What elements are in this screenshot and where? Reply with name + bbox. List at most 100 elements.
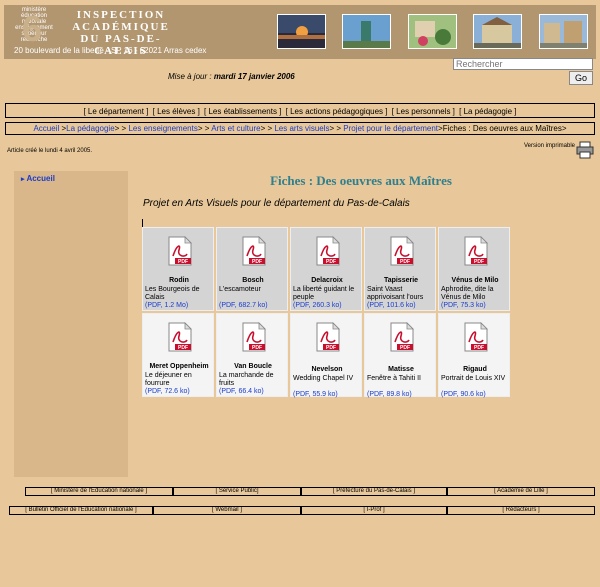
- update-date: mardi 17 janvier 2006: [213, 72, 295, 81]
- svg-text:PDF: PDF: [474, 345, 484, 351]
- svg-text:PDF: PDF: [326, 345, 336, 351]
- breadcrumb-current: Fiches : Des oeuvres aux Maîtres: [442, 124, 562, 133]
- document-size-link[interactable]: (PDF, 89.8 ko): [367, 391, 412, 399]
- printable-version-link[interactable]: Version imprimable: [524, 143, 575, 149]
- document-description: L'escamoteur: [219, 286, 261, 293]
- document-card[interactable]: PDF Matisse Fenêtre à Tahiti II (PDF, 89.8 …: [364, 313, 436, 399]
- breadcrumb-enseignements[interactable]: Les enseignements: [128, 124, 197, 133]
- article-created-date: Article créé le lundi 4 avril 2005.: [7, 148, 93, 154]
- document-size-link[interactable]: (PDF, 260.3 ko): [293, 302, 342, 310]
- footer-link-prefecture[interactable]: [ Préfecture du Pas-de-Calais ]: [301, 487, 447, 496]
- document-description: La marchande de fruits: [219, 372, 274, 387]
- document-description: Fenêtre à Tahiti II: [367, 375, 421, 382]
- header-photo-monument: [342, 14, 391, 49]
- update-label: Mise à jour :: [168, 72, 212, 81]
- footer-link-redacteurs[interactable]: [ Rédacteurs ]: [447, 506, 595, 515]
- document-description: Wedding Chapel IV: [293, 375, 354, 382]
- document-description: Saint Vaast apprivoisant l'ours: [367, 286, 424, 301]
- document-name: Van Boucle: [234, 363, 272, 370]
- document-description: Portrait de Louis XIV: [441, 375, 506, 382]
- document-description: Le déjeuner en fourrure: [145, 372, 192, 387]
- document-name: Bosch: [242, 277, 264, 284]
- footer-link-bulletin-officiel[interactable]: [ Bulletin Officiel de l'Education natio…: [9, 506, 153, 515]
- left-sidebar: [14, 171, 128, 477]
- pdf-icon[interactable]: PDF: [241, 236, 267, 266]
- breadcrumb-accueil[interactable]: Accueil: [33, 124, 59, 133]
- nav-actions-pedagogiques[interactable]: [ Les actions pédagogiques ]: [286, 107, 388, 116]
- footer-link-academie-lille[interactable]: [ Académie de Lille ]: [447, 487, 595, 496]
- pdf-icon[interactable]: PDF: [315, 236, 341, 266]
- breadcrumb-arts-visuels[interactable]: Les arts visuels: [274, 124, 329, 133]
- svg-text:PDF: PDF: [326, 259, 336, 265]
- nav-personnels[interactable]: [ Les personnels ]: [392, 107, 455, 116]
- document-description: Aphrodite, dite la Vénus de Milo: [441, 286, 494, 301]
- pdf-icon[interactable]: PDF: [315, 322, 341, 352]
- pdf-icon[interactable]: PDF: [463, 322, 489, 352]
- document-size-link[interactable]: (PDF, 55.9 ko): [293, 391, 338, 399]
- document-card[interactable]: PDF Rodin Les Bourgeois de Calais (PDF, 1.2…: [142, 227, 214, 311]
- document-card[interactable]: PDF Meret Oppenheim Le déjeuner en fourrur…: [142, 313, 214, 397]
- pdf-icon[interactable]: PDF: [167, 236, 193, 266]
- document-name: Matisse: [388, 366, 414, 373]
- ministry-logo[interactable]: 6 ministère éducation nationale enseigne…: [8, 7, 60, 47]
- breadcrumb-arts-culture[interactable]: Arts et culture: [211, 124, 260, 133]
- pdf-icon[interactable]: PDF: [389, 236, 415, 266]
- search-input[interactable]: [453, 58, 593, 70]
- document-size-link[interactable]: (PDF, 66.4 ko): [219, 388, 264, 396]
- document-name: Rigaud: [463, 366, 487, 373]
- pdf-icon[interactable]: PDF: [241, 322, 267, 352]
- svg-text:PDF: PDF: [400, 345, 410, 351]
- document-description: La liberté guidant le peuple: [293, 286, 355, 301]
- printer-icon[interactable]: [576, 141, 594, 159]
- header-photo-street: [539, 14, 588, 49]
- page-title: Fiches : Des oeuvres aux Maîtres: [270, 173, 452, 188]
- breadcrumb: Accueil >La pédagogie> > Les enseignemen…: [5, 122, 595, 135]
- svg-text:PDF: PDF: [474, 259, 484, 265]
- svg-text:PDF: PDF: [252, 345, 262, 351]
- nav-pedagogie[interactable]: [ La pédagogie ]: [459, 107, 516, 116]
- document-name: Meret Oppenheim: [149, 363, 209, 370]
- last-update: Mise à jour : mardi 17 janvier 2006: [168, 72, 295, 81]
- document-size-link[interactable]: (PDF, 101.6 ko): [367, 302, 416, 310]
- document-size-link[interactable]: (PDF, 75.3 ko): [441, 302, 486, 310]
- document-card[interactable]: PDF Tapisserie Saint Vaast apprivoisant l'…: [364, 227, 436, 311]
- breadcrumb-projet[interactable]: Projet pour le département: [343, 124, 438, 133]
- document-size-link[interactable]: (PDF, 90.6 ko): [441, 391, 486, 399]
- nav-departement[interactable]: [ Le département ]: [83, 107, 148, 116]
- pdf-icon[interactable]: PDF: [389, 322, 415, 352]
- title-line: INSPECTION: [76, 9, 166, 21]
- document-card[interactable]: PDF Delacroix La liberté guidant le peuple…: [290, 227, 362, 311]
- arrow-right-icon: ▸: [21, 176, 25, 183]
- logo-emblem: 6: [22, 8, 43, 49]
- svg-text:PDF: PDF: [178, 259, 188, 265]
- document-card[interactable]: PDF Van Boucle La marchande de fruits (PDF,…: [216, 313, 288, 397]
- main-nav: [ Le département ] [ Les élèves ] [ Les …: [5, 103, 595, 118]
- sidebar-item-label: Accueil: [26, 174, 55, 183]
- breadcrumb-pedagogie[interactable]: La pédagogie: [66, 124, 115, 133]
- pdf-icon[interactable]: PDF: [463, 236, 489, 266]
- footer-link-webmail[interactable]: [ Webmail ]: [153, 506, 301, 515]
- document-card[interactable]: PDF Bosch L'escamoteur (PDF, 682.7 ko): [216, 227, 288, 311]
- document-card[interactable]: PDF Vénus de Milo Aphrodite, dite la Vénus…: [438, 227, 510, 311]
- header-photo-sunset: [277, 14, 326, 49]
- document-size-link[interactable]: (PDF, 682.7 ko): [219, 302, 268, 310]
- search-go-button[interactable]: Go: [569, 71, 593, 85]
- site-address: 20 boulevard de la liberté - SP 16 - 620…: [14, 46, 207, 55]
- header-photo-building: [473, 14, 522, 49]
- document-size-link[interactable]: (PDF, 1.2 Mo): [145, 302, 188, 310]
- document-description: Les Bourgeois de Calais: [145, 286, 200, 301]
- document-size-link[interactable]: (PDF, 72.6 ko): [145, 388, 190, 396]
- document-card[interactable]: PDF Nevelson Wedding Chapel IV (PDF, 55.9 k…: [290, 313, 362, 399]
- nav-eleves[interactable]: [ Les élèves ]: [153, 107, 200, 116]
- document-name: Vénus de Milo: [451, 277, 499, 284]
- footer-link-service-public[interactable]: [ Service Public]: [173, 487, 301, 496]
- footer-link-iprof[interactable]: [ I-Prof ]: [301, 506, 447, 515]
- sidebar-item-accueil[interactable]: ▸ Accueil: [21, 174, 55, 183]
- nav-etablissements[interactable]: [ Les établissements ]: [204, 107, 281, 116]
- footer-links-row2: [ Bulletin Officiel de l'Education natio…: [9, 506, 595, 516]
- document-card[interactable]: PDF Rigaud Portrait de Louis XIV (PDF, 90.6…: [438, 313, 510, 399]
- footer-link-ministere[interactable]: [ Ministère de l'Education nationale ]: [25, 487, 173, 496]
- document-name: Delacroix: [311, 277, 343, 284]
- header-photo-garden: [408, 14, 457, 49]
- pdf-icon[interactable]: PDF: [167, 322, 193, 352]
